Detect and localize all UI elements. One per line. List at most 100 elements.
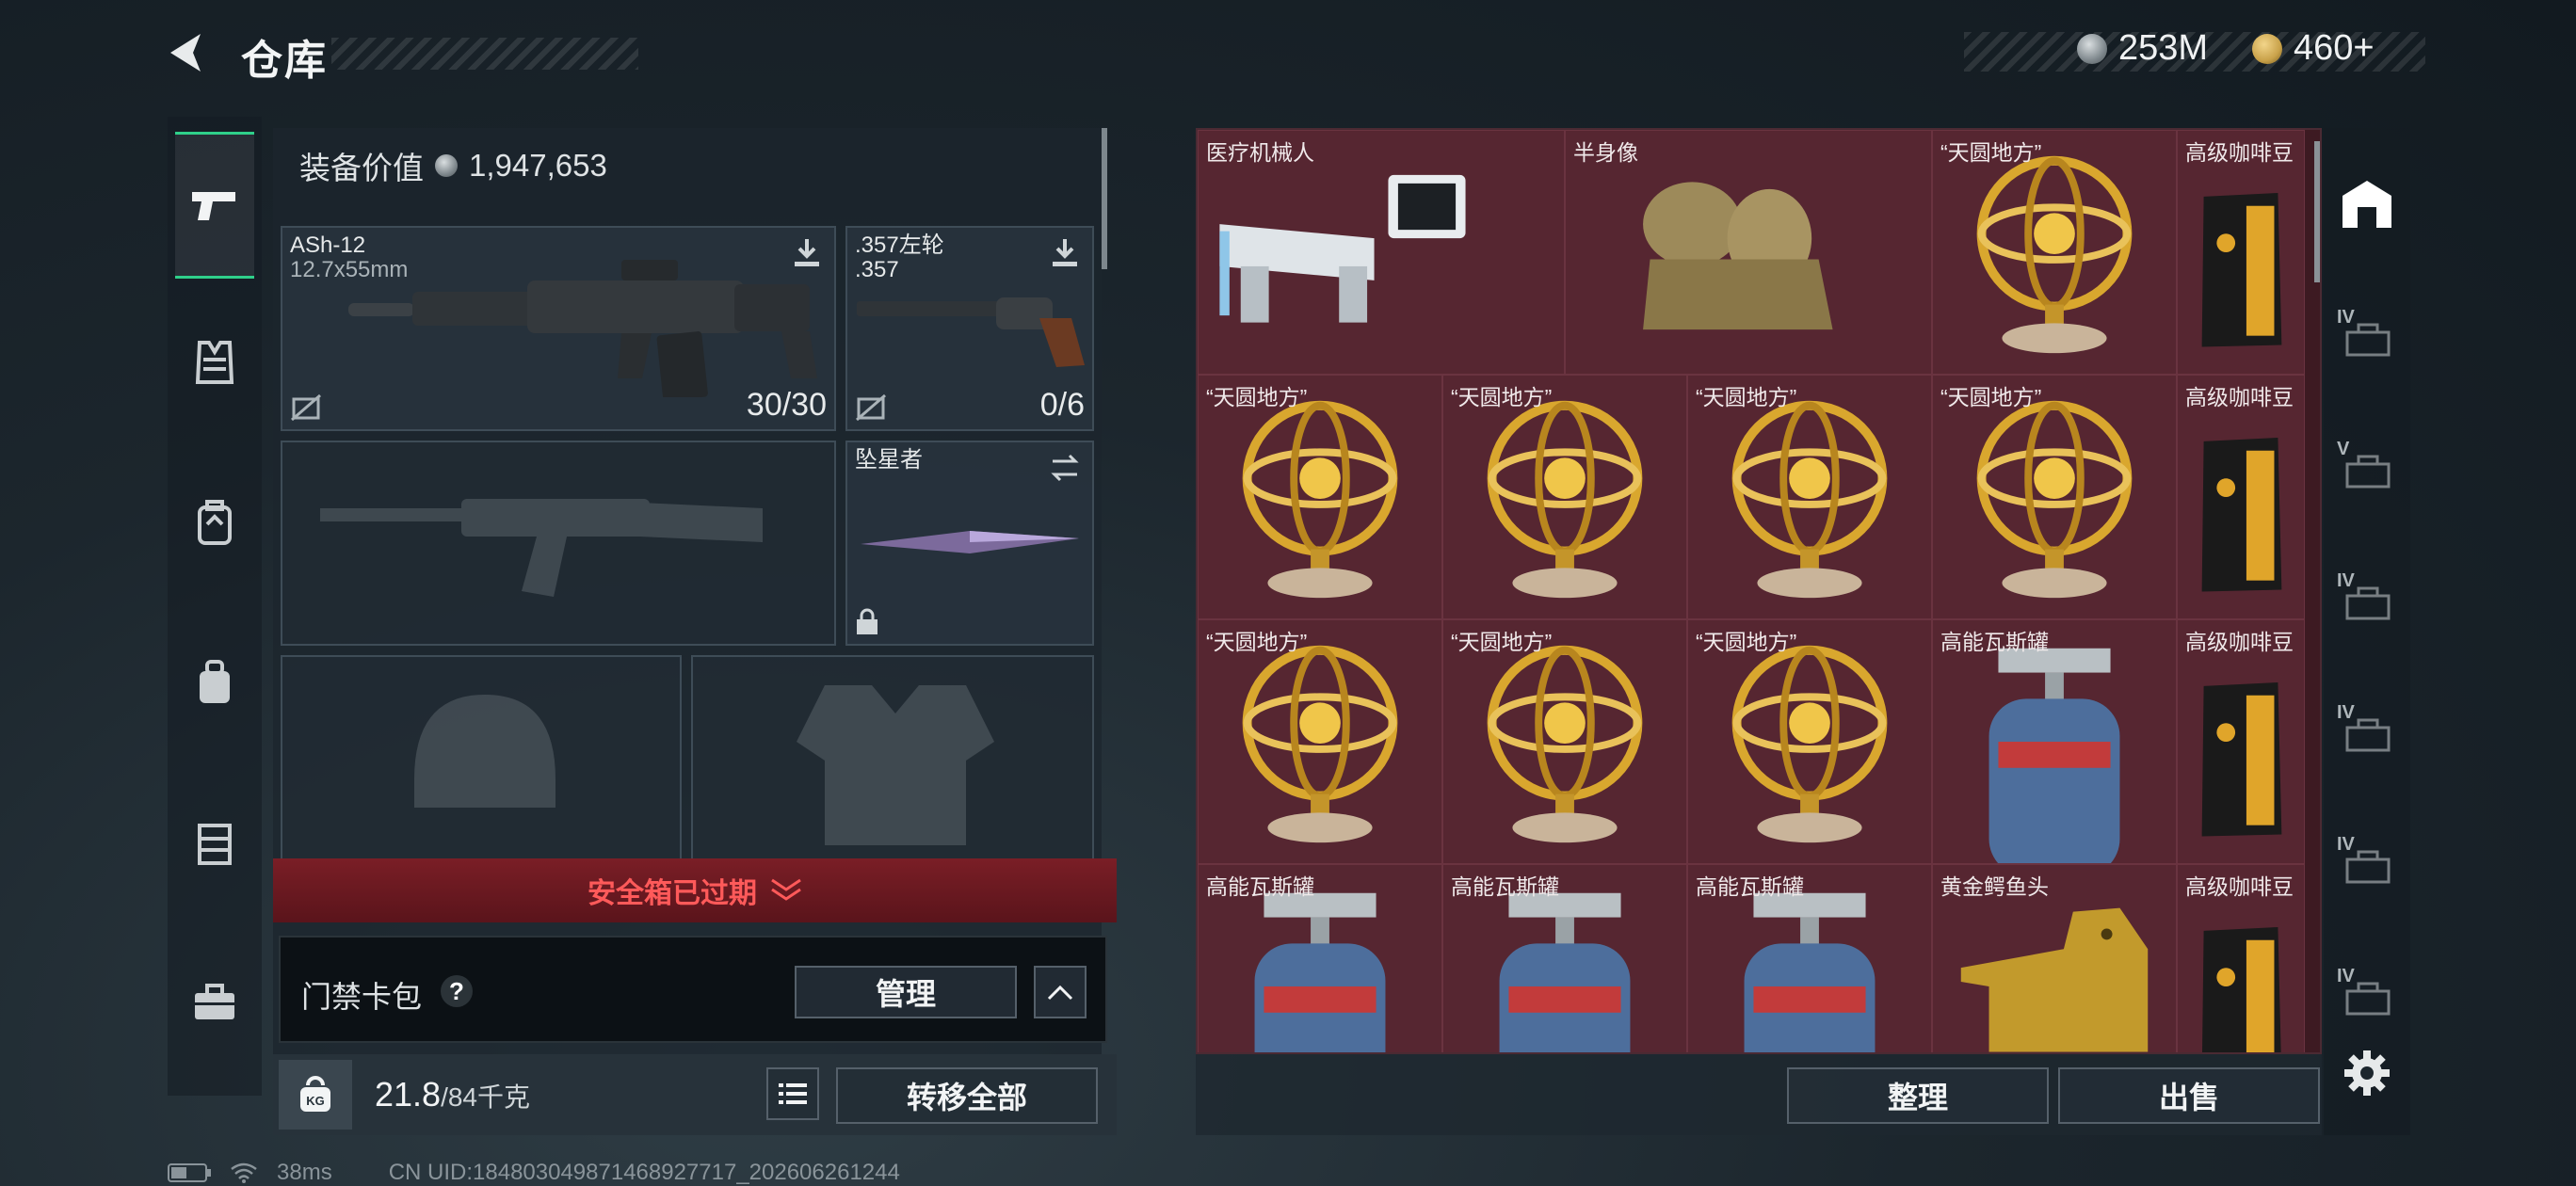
helmet-slot-empty[interactable] (281, 655, 682, 862)
coffee-bag-image (2201, 437, 2282, 592)
melee-slot[interactable]: 坠星者 (845, 441, 1094, 646)
stash-item-gas[interactable]: 高能瓦斯罐 (1442, 864, 1687, 1052)
stash-item-name: “天圆地方” (1940, 140, 2042, 165)
category-sidebar (168, 117, 262, 1096)
stash-item-name: 高能瓦斯罐 (1206, 874, 1314, 899)
tab-vest[interactable] (175, 292, 254, 433)
download-icon[interactable] (1051, 237, 1079, 269)
sidearm-name: .357左轮 (855, 232, 944, 258)
stash-item-globe[interactable]: “天圆地方” (1442, 619, 1687, 864)
tab-container[interactable] (175, 772, 254, 913)
stash-item-globe[interactable]: “天圆地方” (1687, 619, 1932, 864)
currency-silver[interactable]: 253M (2077, 28, 2208, 69)
stash-item-coffee[interactable]: 高级咖啡豆 (2177, 375, 2305, 619)
stash-item-bust[interactable]: 半身像 (1565, 130, 1932, 375)
stash-item-globe[interactable]: “天圆地方” (1442, 375, 1687, 619)
armillary-sphere-image (1731, 645, 1888, 843)
sidearm-caliber: .357 (855, 257, 899, 282)
secondary-weapon-slot-empty[interactable] (281, 441, 836, 646)
stash-tab-2[interactable]: V (2331, 410, 2403, 523)
armillary-sphere-image (1976, 155, 2133, 354)
sell-button[interactable]: 出售 (2058, 1067, 2320, 1124)
currency-gold[interactable]: 460+ (2252, 28, 2375, 69)
back-button[interactable] (165, 30, 210, 75)
double-chevron-down-icon (771, 878, 801, 901)
manage-button[interactable]: 管理 (795, 966, 1017, 1018)
tab-toolbox[interactable] (175, 932, 254, 1073)
stash-item-coffee[interactable]: 高级咖啡豆 (2177, 130, 2305, 375)
stash-tab-6[interactable]: IV (2331, 938, 2403, 1050)
armor-slot-empty[interactable] (691, 655, 1094, 862)
stash-tab-main[interactable] (2331, 147, 2403, 260)
safebox-warning-text: 安全箱已过期 (588, 878, 757, 909)
stash-item-gas[interactable]: 高能瓦斯罐 (1687, 864, 1932, 1052)
stash-item-globe[interactable]: “天圆地方” (1932, 130, 2177, 375)
help-icon[interactable]: ? (441, 975, 473, 1007)
silver-coin-icon (2077, 33, 2107, 64)
settings-button[interactable] (2341, 1047, 2393, 1099)
list-view-button[interactable] (766, 1067, 819, 1120)
stash-item-gas[interactable]: 高能瓦斯罐 (1198, 864, 1442, 1052)
stash-item-name: 高级咖啡豆 (2185, 874, 2294, 899)
stash-item-globe[interactable]: “天圆地方” (1198, 375, 1442, 619)
wifi-icon (231, 1162, 257, 1183)
stash-item-coffee[interactable]: 高级咖啡豆 (2177, 864, 2305, 1052)
stash-scrollbar[interactable] (2314, 141, 2320, 282)
tab-backpack[interactable] (175, 452, 254, 593)
stash-item-robot[interactable]: 医疗机械人 (1198, 130, 1565, 375)
list-icon (779, 1083, 807, 1104)
sidearm-slot[interactable]: .357左轮 .357 0/6 (845, 226, 1094, 431)
stash-item-globe[interactable]: “天圆地方” (1687, 375, 1932, 619)
collapse-button[interactable] (1034, 966, 1087, 1018)
stash-item-name: 高级咖啡豆 (2185, 140, 2294, 165)
stash-tab-1[interactable]: IV (2331, 279, 2403, 392)
armillary-sphere-image (1242, 400, 1398, 599)
primary-weapon-slot[interactable]: ASh-12 12.7x55mm 30/30 (281, 226, 836, 431)
sidearm-ammo-count: 0/6 (1039, 387, 1085, 423)
armillary-sphere-image (1976, 400, 2133, 599)
ash12-rifle-image (348, 260, 817, 397)
stash-item-globe[interactable]: “天圆地方” (1198, 619, 1442, 864)
swap-icon[interactable] (1051, 452, 1079, 484)
equipment-value-amount: 1,947,653 (469, 148, 607, 183)
stash-tab-level: IV (2337, 570, 2355, 591)
loadout-scrollbar[interactable] (1102, 128, 1107, 269)
stash-tab-4[interactable]: IV (2331, 674, 2403, 787)
stash-item-name: “天圆地方” (1206, 630, 1308, 654)
coffee-bag-image (2201, 192, 2282, 347)
stash-item-name: “天圆地方” (1451, 385, 1553, 409)
stash-tab-3[interactable]: IV (2331, 542, 2403, 655)
currency-silver-amount: 253M (2118, 28, 2209, 68)
tab-bag[interactable] (175, 612, 254, 753)
no-attachments-icon (291, 393, 321, 422)
coffee-bag-image (2201, 681, 2282, 837)
chevron-up-icon (1047, 985, 1073, 1001)
stash-item-coffee[interactable]: 高级咖啡豆 (2177, 619, 2305, 864)
stash-item-name: “天圆地方” (1451, 630, 1553, 654)
gear-icon (2344, 1050, 2390, 1096)
stash-tabs: IV V IV IV IV IV (2324, 128, 2410, 1135)
page-title: 仓库 (241, 38, 328, 84)
stash-item-globe[interactable]: “天圆地方” (1932, 375, 2177, 619)
melee-name: 坠星者 (855, 447, 923, 473)
stash-tab-5[interactable]: IV (2331, 806, 2403, 919)
medical-robot-image (1219, 174, 1466, 323)
back-arrow-icon (170, 34, 201, 72)
transfer-all-button[interactable]: 转移全部 (836, 1067, 1098, 1124)
stash-item-name: “天圆地方” (1696, 385, 1797, 409)
stash-item-croc[interactable]: 黄金鳄鱼头 (1932, 864, 2177, 1052)
stash-item-gas[interactable]: 高能瓦斯罐 (1932, 619, 2177, 864)
bust-statue-image (1643, 182, 1833, 330)
armillary-sphere-image (1731, 400, 1888, 599)
tab-weapons[interactable] (175, 132, 254, 279)
kettlebell-icon: KG (300, 1076, 330, 1112)
currency-gold-amount: 460+ (2294, 28, 2375, 68)
stash-item-name: 黄金鳄鱼头 (1940, 874, 2049, 899)
melee-blade-image (861, 531, 1079, 553)
helmet-placeholder-icon (414, 695, 555, 808)
weight-icon: KG (279, 1060, 352, 1130)
stash-item-name: 高能瓦斯罐 (1696, 874, 1804, 899)
safebox-expired-banner[interactable]: 安全箱已过期 (273, 858, 1117, 922)
sort-button[interactable]: 整理 (1787, 1067, 2049, 1124)
stash-item-name: 半身像 (1573, 140, 1638, 165)
